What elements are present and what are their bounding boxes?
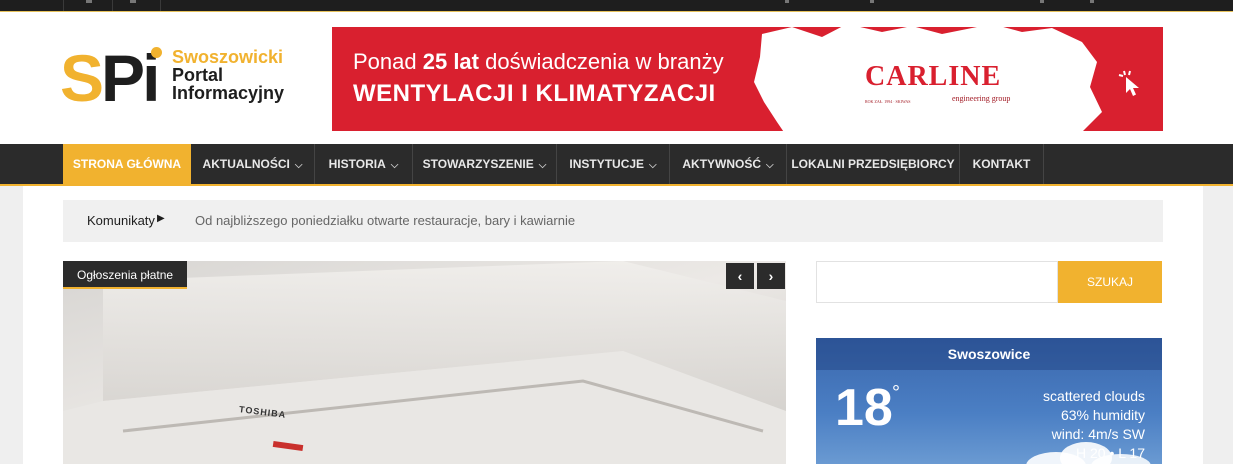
nav-item-history[interactable]: HISTORIA ⌵ [315,144,413,184]
weather-widget: Swoszowice 18 ° scattered clouds 63% hum… [816,338,1162,464]
chevron-down-icon: ⌵ [766,160,774,171]
banner-line-2: WENTYLACJI I KLIMATYZACJI [353,80,716,107]
chevron-down-icon: ⌵ [390,160,399,171]
banner-line-1-bold: 25 lat [422,49,479,74]
chevron-left-icon: ‹ [737,268,743,284]
weather-city: Swoszowice [816,338,1162,370]
topbar-link-icon[interactable] [1040,0,1044,3]
weather-temperature: 18 [835,379,893,437]
logo-text: Swoszowicki Portal Informacyjny [172,48,284,102]
top-bar [0,0,1233,11]
banner-line-1-post: doświadczenia w branży [479,49,724,74]
logo-letter-p: P [101,41,145,115]
nav-item-institutions[interactable]: INSTYTUCJE ⌵ [557,144,670,184]
category-tag[interactable]: Ogłoszenia płatne [63,261,188,289]
slider-next-button[interactable]: › [757,263,785,289]
search-input[interactable] [816,261,1058,303]
topbar-link-icon[interactable] [870,0,874,3]
topbar-link-icon[interactable] [1090,0,1094,3]
nav-item-label: AKTYWNOŚĆ [682,157,762,171]
logo-letter-s: S [60,41,104,115]
logo-line-3: Informacyjny [172,83,285,103]
nav-item-home[interactable]: STRONA GŁÓWNA [63,144,191,184]
nav-item-label: HISTORIA [328,157,386,171]
social-icon[interactable] [130,0,136,3]
logo-line-2: Portal [172,65,224,85]
carline-brand: CARLINE [865,61,1002,92]
chevron-down-icon: ⌵ [294,160,303,171]
nav-item-news[interactable]: AKTUALNOŚCI ⌵ [191,144,315,184]
logo-mark: SPi [60,45,160,111]
topbar-divider [63,0,64,11]
nav-item-label: STRONA GŁÓWNA [72,157,182,171]
featured-slider[interactable]: TOSHIBA Ogłoszenia płatne ‹ › [63,261,786,464]
main-nav: STRONA GŁÓWNA AKTUALNOŚCI ⌵ HISTORIA ⌵ STO… [0,144,1233,186]
topbar-divider [160,0,161,11]
nav-item-label: STOWARZYSZENIE [422,157,534,171]
degree-symbol: ° [892,382,900,404]
logo-line-1: Swoszowicki [172,47,284,67]
nav-item-association[interactable]: STOWARZYSZENIE ⌵ [413,144,557,184]
ticker-label: Komunikaty [87,213,155,228]
weather-humidity: 63% humidity [1060,407,1145,423]
nav-item-contact[interactable]: KONTAKT [960,144,1044,184]
news-ticker: Komunikaty ▶ Od najbliższego poniedziałk… [63,200,1163,242]
logo-dot [151,47,162,58]
chevron-down-icon: ⌵ [649,160,657,171]
weather-condition: scattered clouds [1043,388,1145,404]
nav-item-label: AKTUALNOŚCI [202,157,290,171]
nav-item-label: INSTYTUCJE [569,157,645,171]
site-header: SPi Swoszowicki Portal Informacyjny Pona… [0,11,1233,144]
slider-prev-button[interactable]: ‹ [726,263,754,289]
cloud-icon [1026,442,1151,464]
banner-line-1: Ponad 25 lat doświadczenia w branży [353,49,724,75]
topbar-divider [112,0,113,11]
nav-item-activity[interactable]: AKTYWNOŚĆ ⌵ [670,144,787,184]
carline-fine-print: ROK ZAŁ. 1994 · SKIWAS [865,99,911,104]
chevron-down-icon: ⌵ [538,160,547,171]
caret-right-icon: ▶ [157,213,165,224]
nav-item-label: LOKALNI PRZEDSIĘBIORCY [791,157,955,171]
ticker-headline[interactable]: Od najbliższego poniedziałku otwarte res… [195,213,575,228]
site-logo[interactable]: SPi Swoszowicki Portal Informacyjny [60,45,300,115]
search-button[interactable]: SZUKAJ [1058,261,1162,303]
nav-item-local-businesses[interactable]: LOKALNI PRZEDSIĘBIORCY [787,144,960,184]
ad-banner[interactable]: Ponad 25 lat doświadczenia w branży WENT… [332,27,1163,131]
social-icon[interactable] [86,0,92,3]
nav-item-label: KONTAKT [972,157,1031,171]
cursor-click-icon [1118,70,1139,96]
air-conditioner-image [63,261,786,464]
chevron-right-icon: › [768,268,774,284]
banner-line-1-pre: Ponad [353,49,423,74]
topbar-link-icon[interactable] [785,0,789,3]
